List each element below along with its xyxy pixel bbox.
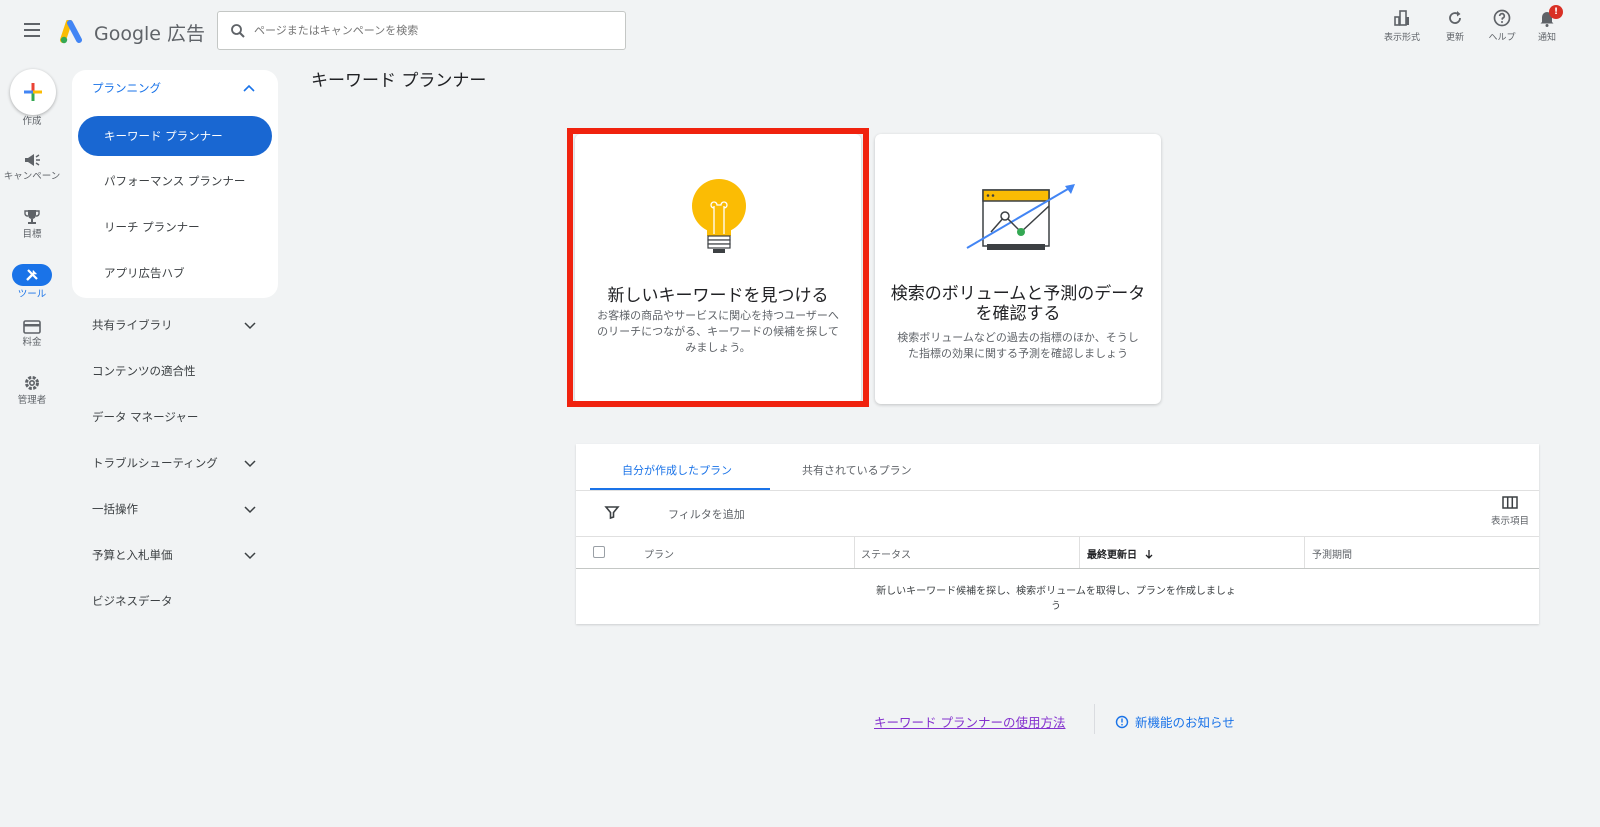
column-header-forecast-period[interactable]: 予測期間 [1312, 546, 1352, 561]
footer-divider [1094, 704, 1095, 734]
card-description: お客様の商品やサービスに関心を持つユーザーへのリーチにつながる、キーワードの候補… [597, 309, 839, 354]
nav-item-shared-library[interactable]: 共有ライブラリ [92, 317, 173, 333]
main-menu-button[interactable] [18, 19, 46, 43]
filter-icon[interactable] [604, 504, 620, 520]
select-all-checkbox[interactable] [593, 546, 605, 558]
rail-label: ツール [17, 289, 47, 300]
rail-label: 目標 [22, 229, 42, 240]
view-format-label: 表示形式 [1383, 33, 1420, 43]
discover-keywords-card[interactable]: 新しいキーワードを見つける お客様の商品やサービスに関心を持つユーザーへのリーチ… [575, 134, 861, 404]
column-header-plan[interactable]: プラン [644, 546, 674, 561]
tab-my-plans[interactable]: 自分が作成したプラン [622, 462, 732, 478]
hamburger-line [24, 23, 40, 25]
trophy-icon [0, 208, 64, 226]
top-header: Google 広告 表示形式 更新 ヘルプ [0, 0, 1600, 62]
gear-icon [0, 374, 64, 392]
nav-item-troubleshooting[interactable]: トラブルシューティング [92, 455, 218, 471]
nav-item-label: キーワード プランナー [104, 129, 223, 143]
notification-badge: ! [1549, 5, 1563, 19]
card-title: 検索のボリュームと予測のデータを確認する [890, 284, 1146, 324]
divider [576, 536, 1539, 537]
rail-item-goals[interactable]: 目標 [0, 208, 64, 240]
hamburger-line [24, 29, 40, 31]
notifications-label: 通知 [1537, 33, 1556, 43]
google-ads-logo[interactable]: Google 広告 [60, 18, 205, 46]
tab-shared-plans[interactable]: 共有されているプラン [802, 462, 912, 478]
nav-item-bulk-actions[interactable]: 一括操作 [92, 501, 138, 517]
nav-section-planning[interactable]: プランニング [92, 80, 161, 96]
megaphone-icon [0, 152, 64, 168]
add-filter-button[interactable]: フィルタを追加 [668, 506, 745, 522]
chevron-down-icon[interactable] [243, 548, 257, 562]
lightbulb-icon [692, 179, 746, 253]
nav-item-performance-planner[interactable]: パフォーマンス プランナー [104, 173, 245, 189]
create-button[interactable] [10, 69, 56, 115]
column-header-last-modified[interactable]: 最終更新日 [1087, 546, 1154, 561]
nav-item-app-ads-hub[interactable]: アプリ広告ハブ [104, 265, 185, 281]
column-separator [854, 536, 855, 568]
google-ads-logo-icon [60, 20, 82, 44]
chevron-down-icon[interactable] [243, 502, 257, 516]
refresh-icon [1449, 11, 1461, 24]
whats-new-label: 新機能のお知らせ [1135, 715, 1235, 730]
search-input[interactable] [254, 24, 594, 37]
sort-arrow-down-icon [1146, 550, 1153, 559]
how-to-use-link[interactable]: キーワード プランナーの使用方法 [874, 712, 1065, 731]
nav-item-reach-planner[interactable]: リーチ プランナー [104, 219, 200, 235]
nav-item-data-manager[interactable]: データ マネージャー [92, 409, 198, 425]
search-box[interactable] [217, 11, 626, 50]
column-header-label: 最終更新日 [1087, 550, 1137, 561]
help-icon [1493, 9, 1511, 27]
plus-icon [24, 83, 42, 101]
nav-item-keyword-planner[interactable]: キーワード プランナー [78, 116, 272, 156]
chevron-down-icon[interactable] [243, 318, 257, 332]
columns-button[interactable]: 表示項目 [1491, 496, 1529, 527]
view-format-icon [1394, 10, 1409, 26]
plans-panel: 自分が作成したプラン 共有されているプラン フィルタを追加 表示項目 プラン ス… [576, 444, 1539, 624]
rail-item-billing[interactable]: 料金 [0, 320, 64, 348]
left-rail: 作成 キャンペーン 目標 ツール 料金 管理者 [0, 62, 64, 827]
rail-label: 料金 [22, 337, 42, 348]
forecast-chart-icon [966, 184, 1075, 250]
column-separator [1079, 536, 1080, 568]
hamburger-line [24, 35, 40, 37]
tools-icon [12, 264, 52, 286]
columns-icon [1502, 496, 1518, 509]
nav-item-business-data[interactable]: ビジネスデータ [92, 593, 173, 609]
info-icon [1115, 715, 1129, 728]
logo-text: Google 広告 [94, 22, 206, 45]
column-header-status[interactable]: ステータス [861, 546, 911, 561]
notifications-button[interactable]: ! 通知 [1519, 5, 1575, 43]
credit-card-icon [0, 320, 64, 334]
rail-create-label-wrap[interactable]: 作成 [0, 116, 64, 127]
rail-item-campaigns[interactable]: キャンペーン [0, 152, 64, 182]
whats-new-link[interactable]: 新機能のお知らせ [1115, 712, 1235, 731]
empty-state-message: 新しいキーワード候補を探し、検索ボリュームを取得し、プランを作成しましょう [876, 586, 1236, 612]
divider [576, 490, 1539, 491]
column-separator [1304, 536, 1305, 568]
rail-item-tools[interactable]: ツール [0, 264, 64, 300]
chevron-down-icon[interactable] [243, 456, 257, 470]
columns-label: 表示項目 [1490, 516, 1529, 527]
forecast-card[interactable]: 検索のボリュームと予測のデータを確認する 検索ボリュームなどの過去の指標のほか、… [875, 134, 1161, 404]
nav-item-budgets-bids[interactable]: 予算と入札単価 [92, 547, 173, 563]
chevron-up-icon[interactable] [241, 81, 257, 97]
card-description: 検索ボリュームなどの過去の指標のほか、そうした指標の効果に関する予測を確認しまし… [897, 331, 1139, 360]
nav-item-content-suitability[interactable]: コンテンツの適合性 [92, 363, 196, 379]
view-format-button[interactable]: 表示形式 [1374, 8, 1430, 43]
rail-label: 管理者 [17, 395, 47, 406]
rail-item-admin[interactable]: 管理者 [0, 374, 64, 406]
create-label: 作成 [22, 116, 42, 127]
page-title: キーワード プランナー [311, 71, 487, 91]
card-title: 新しいキーワードを見つける [607, 286, 829, 306]
search-icon [231, 23, 245, 38]
divider [576, 568, 1539, 569]
rail-label: キャンペーン [3, 171, 61, 182]
